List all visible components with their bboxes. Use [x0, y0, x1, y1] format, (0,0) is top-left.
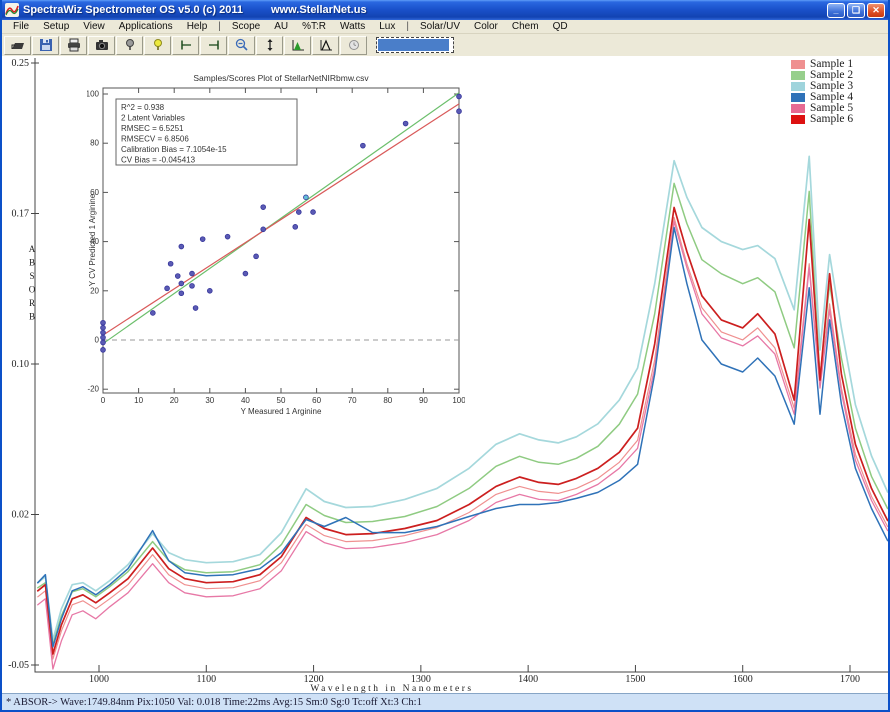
print-icon[interactable]	[60, 36, 87, 55]
menu-item-qd[interactable]: QD	[546, 21, 575, 32]
svg-text:80: 80	[383, 396, 392, 405]
svg-text:20: 20	[90, 286, 99, 295]
svg-text:2 Latent Variables: 2 Latent Variables	[121, 114, 185, 123]
svg-text:B: B	[29, 258, 35, 268]
svg-text:1100: 1100	[196, 674, 216, 685]
legend-label: Sample 6	[810, 114, 853, 125]
legend-swatch	[791, 104, 805, 113]
svg-text:0: 0	[95, 336, 100, 345]
svg-text:R: R	[29, 298, 35, 308]
svg-text:50: 50	[277, 396, 286, 405]
svg-text:O: O	[29, 285, 36, 295]
svg-text:1400: 1400	[518, 674, 538, 685]
lamp-off-icon[interactable]	[116, 36, 143, 55]
menu-separator: |	[214, 21, 225, 32]
window-title: SpectraWiz Spectrometer OS v5.0 (c) 2011	[23, 4, 243, 16]
legend: Sample 1Sample 2Sample 3Sample 4Sample 5…	[791, 59, 853, 125]
svg-text:-20: -20	[87, 385, 99, 394]
svg-text:40: 40	[241, 396, 250, 405]
svg-text:CV Bias = -0.045413: CV Bias = -0.045413	[121, 156, 196, 165]
range-left-icon[interactable]	[172, 36, 199, 55]
svg-text:Y Measured 1 Arginine: Y Measured 1 Arginine	[241, 407, 322, 416]
clock-icon[interactable]	[340, 36, 367, 55]
menu-item-view[interactable]: View	[76, 21, 112, 32]
zoom-out-icon[interactable]	[228, 36, 255, 55]
legend-swatch	[791, 71, 805, 80]
spectrum-view-icon[interactable]	[284, 36, 311, 55]
restore-button[interactable]: ❏	[847, 3, 865, 18]
open-file-icon[interactable]	[4, 36, 31, 55]
menu-item--t-r[interactable]: %T:R	[295, 21, 333, 32]
svg-text:70: 70	[348, 396, 357, 405]
svg-text:100: 100	[452, 396, 465, 405]
chart-area: 0.250.170.100.02-0.05ABSORB1000110012001…	[2, 56, 888, 695]
menu-item-watts[interactable]: Watts	[333, 21, 372, 32]
status-text: * ABSOR-> Wave:1749.84nm Pix:1050 Val: 0…	[6, 697, 422, 708]
svg-text:RMSECV = 6.8506: RMSECV = 6.8506	[121, 135, 189, 144]
app-logo-icon	[5, 3, 19, 17]
svg-text:100: 100	[87, 90, 100, 99]
svg-text:10: 10	[134, 396, 143, 405]
camera-icon[interactable]	[88, 36, 115, 55]
svg-text:A: A	[29, 244, 36, 254]
close-button[interactable]: ✕	[867, 3, 885, 18]
peak-view-icon[interactable]	[312, 36, 339, 55]
lamp-on-icon[interactable]	[144, 36, 171, 55]
menu-item-file[interactable]: File	[6, 21, 36, 32]
svg-text:0.02: 0.02	[12, 510, 30, 521]
svg-text:R^2 = 0.938: R^2 = 0.938	[121, 103, 165, 112]
svg-text:1700: 1700	[840, 674, 860, 685]
svg-text:Calibration Bias = 7.1054e-15: Calibration Bias = 7.1054e-15	[121, 145, 227, 154]
legend-swatch	[791, 60, 805, 69]
svg-text:-0.05: -0.05	[8, 660, 29, 671]
menu-item-setup[interactable]: Setup	[36, 21, 76, 32]
legend-entry: Sample 6	[791, 114, 853, 125]
menu-bar: FileSetupViewApplicationsHelp|ScopeAU%T:…	[2, 20, 888, 34]
minimize-button[interactable]: _	[827, 3, 845, 18]
svg-text:S: S	[29, 271, 34, 281]
svg-text:Y CV Predicted 1 Arginine: Y CV Predicted 1 Arginine	[88, 193, 97, 286]
svg-text:90: 90	[419, 396, 428, 405]
menu-item-applications[interactable]: Applications	[112, 21, 180, 32]
legend-swatch	[791, 115, 805, 124]
svg-text:0.10: 0.10	[12, 359, 30, 370]
svg-text:RMSEC = 6.5251: RMSEC = 6.5251	[121, 124, 184, 133]
range-right-icon[interactable]	[200, 36, 227, 55]
svg-text:60: 60	[312, 396, 321, 405]
svg-text:30: 30	[205, 396, 214, 405]
svg-text:20: 20	[170, 396, 179, 405]
menu-item-lux[interactable]: Lux	[372, 21, 402, 32]
legend-swatch	[791, 82, 805, 91]
svg-text:0.17: 0.17	[12, 209, 30, 220]
svg-text:1500: 1500	[625, 674, 645, 685]
autoscale-icon[interactable]	[256, 36, 283, 55]
svg-text:80: 80	[90, 139, 99, 148]
svg-text:0: 0	[101, 396, 106, 405]
title-bar: SpectraWiz Spectrometer OS v5.0 (c) 2011…	[2, 0, 888, 20]
svg-text:Samples/Scores Plot of Stellar: Samples/Scores Plot of StellarNetNIRbmw.…	[193, 73, 369, 83]
legend-swatch	[791, 93, 805, 102]
menu-item-au[interactable]: AU	[267, 21, 295, 32]
svg-text:B: B	[29, 312, 35, 322]
toolbar	[2, 34, 888, 56]
svg-text:1600: 1600	[733, 674, 753, 685]
svg-text:1000: 1000	[89, 674, 109, 685]
menu-item-scope[interactable]: Scope	[225, 21, 267, 32]
menu-item-color[interactable]: Color	[467, 21, 505, 32]
menu-separator: |	[402, 21, 413, 32]
progress-fill	[378, 39, 449, 51]
inset-scores-plot[interactable]: Samples/Scores Plot of StellarNetNIRbmw.…	[87, 68, 465, 420]
save-icon[interactable]	[32, 36, 59, 55]
window-title-url: www.StellarNet.us	[271, 4, 367, 16]
spectrawiz-window: SpectraWiz Spectrometer OS v5.0 (c) 2011…	[0, 0, 890, 712]
acquisition-progress-bar	[376, 37, 454, 53]
menu-item-solar-uv[interactable]: Solar/UV	[413, 21, 467, 32]
status-bar: * ABSOR-> Wave:1749.84nm Pix:1050 Val: 0…	[2, 693, 888, 710]
svg-text:0.25: 0.25	[12, 58, 30, 69]
menu-item-help[interactable]: Help	[180, 21, 215, 32]
menu-item-chem[interactable]: Chem	[505, 21, 546, 32]
